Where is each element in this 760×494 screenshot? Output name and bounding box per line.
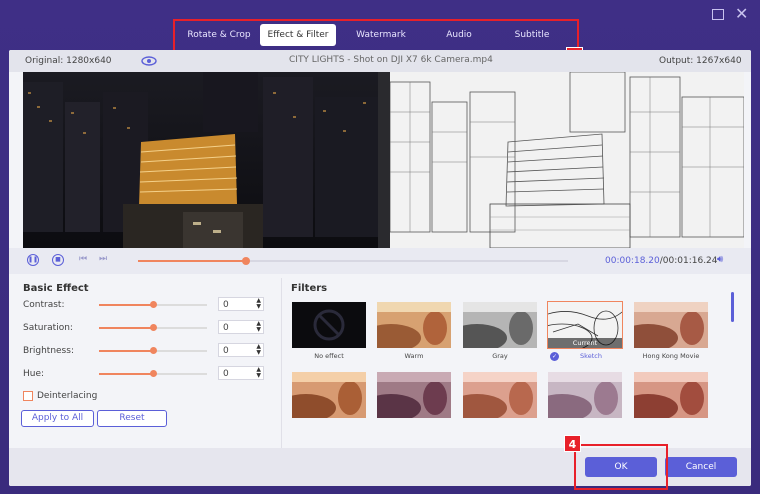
contrast-slider-handle[interactable]	[150, 301, 157, 308]
saturation-value: 0	[223, 323, 229, 333]
output-preview	[390, 72, 744, 248]
spinner-icon[interactable]: ▲ ▼	[256, 367, 261, 379]
filter-thumb-row2-3[interactable]	[463, 372, 537, 418]
output-resolution: Output: 1267x640	[659, 56, 742, 66]
brightness-input[interactable]: 0 ▲ ▼	[218, 343, 264, 357]
hue-slider-handle[interactable]	[150, 370, 157, 377]
pause-icon[interactable]: ❚❚	[27, 254, 39, 266]
stop-icon[interactable]: ■	[52, 254, 64, 266]
apply-to-all-button[interactable]: Apply to All	[21, 410, 94, 427]
filter-thumb-row2-1[interactable]	[292, 372, 366, 418]
eye-icon[interactable]	[141, 56, 157, 69]
filter-thumb-row2-4[interactable]	[548, 372, 622, 418]
maximize-icon[interactable]	[712, 9, 724, 20]
info-bar: Original: 1280x640 CITY LIGHTS - Shot on…	[9, 50, 751, 72]
contrast-slider[interactable]	[99, 301, 207, 308]
hue-slider-fill	[99, 373, 153, 375]
filter-thumb-row2-2[interactable]	[377, 372, 451, 418]
file-name: CITY LIGHTS - Shot on DJI X7 6k Camera.m…	[289, 55, 493, 65]
saturation-slider[interactable]	[99, 324, 207, 331]
original-preview	[23, 72, 378, 248]
filter-label-gray: Gray	[492, 352, 508, 360]
brightness-label: Brightness:	[23, 346, 74, 356]
filters-scrollbar[interactable]	[731, 292, 734, 322]
filter-thumb-no-effect[interactable]	[292, 302, 366, 348]
filter-thumb-warm[interactable]	[377, 302, 451, 348]
hue-input[interactable]: 0 ▲ ▼	[218, 366, 264, 380]
preview-divider	[378, 72, 390, 248]
filter-thumb-hong-kong-movie[interactable]	[634, 302, 708, 348]
filter-label-sketch: Sketch	[580, 352, 602, 360]
editor-window: ✕ Rotate & Crop Effect & Filter Watermar…	[0, 0, 760, 494]
annotation-box-ok	[574, 444, 668, 490]
main-panel: Original: 1280x640 CITY LIGHTS - Shot on…	[9, 50, 751, 486]
contrast-value: 0	[223, 300, 229, 310]
timeline-progress	[138, 260, 246, 262]
timeline-handle[interactable]	[241, 257, 250, 265]
contrast-label: Contrast:	[23, 300, 65, 310]
current-tag: Current	[548, 338, 622, 348]
saturation-slider-fill	[99, 327, 153, 329]
contrast-slider-fill	[99, 304, 153, 306]
timeline-slider[interactable]	[138, 257, 568, 265]
section-divider	[281, 278, 282, 458]
close-icon[interactable]: ✕	[735, 4, 748, 23]
basic-effect-title: Basic Effect	[23, 283, 89, 294]
saturation-label: Saturation:	[23, 323, 73, 333]
current-time: 00:00:18.20	[605, 256, 660, 266]
original-resolution: Original: 1280x640	[25, 56, 112, 66]
cancel-button[interactable]: Cancel	[665, 457, 737, 477]
playback-controls: ❚❚ ■ ⏮ ⏭ 00:00:18.20/00:01:16.24 🔊︎	[9, 248, 751, 274]
filter-thumb-sketch[interactable]: Current	[547, 301, 623, 349]
contrast-input[interactable]: 0 ▲ ▼	[218, 297, 264, 311]
filter-thumb-row2-5[interactable]	[634, 372, 708, 418]
reset-button[interactable]: Reset	[97, 410, 167, 427]
spinner-icon[interactable]: ▲ ▼	[256, 344, 261, 356]
filter-label-hong-kong-movie: Hong Kong Movie	[642, 352, 700, 360]
hue-slider[interactable]	[99, 370, 207, 377]
hue-label: Hue:	[23, 369, 45, 379]
next-frame-icon[interactable]: ⏭	[99, 254, 107, 264]
filters-title: Filters	[291, 283, 328, 294]
deinterlacing-checkbox[interactable]	[23, 391, 33, 401]
deinterlacing-label: Deinterlacing	[37, 391, 98, 401]
timecode: 00:00:18.20/00:01:16.24	[605, 256, 718, 266]
saturation-slider-handle[interactable]	[150, 324, 157, 331]
previous-frame-icon[interactable]: ⏮	[79, 254, 87, 264]
brightness-slider-handle[interactable]	[150, 347, 157, 354]
total-time: /00:01:16.24	[659, 256, 718, 266]
spinner-icon[interactable]: ▲ ▼	[256, 321, 261, 333]
spinner-icon[interactable]: ▲ ▼	[256, 298, 261, 310]
filter-thumb-gray[interactable]	[463, 302, 537, 348]
filter-label-no-effect: No effect	[314, 352, 344, 360]
brightness-value: 0	[223, 346, 229, 356]
filter-label-warm: Warm	[404, 352, 424, 360]
brightness-slider[interactable]	[99, 347, 207, 354]
saturation-input[interactable]: 0 ▲ ▼	[218, 320, 264, 334]
volume-icon[interactable]: 🔊︎	[717, 254, 723, 265]
annotation-badge-4: 4	[564, 435, 581, 452]
brightness-slider-fill	[99, 350, 153, 352]
hue-value: 0	[223, 369, 229, 379]
